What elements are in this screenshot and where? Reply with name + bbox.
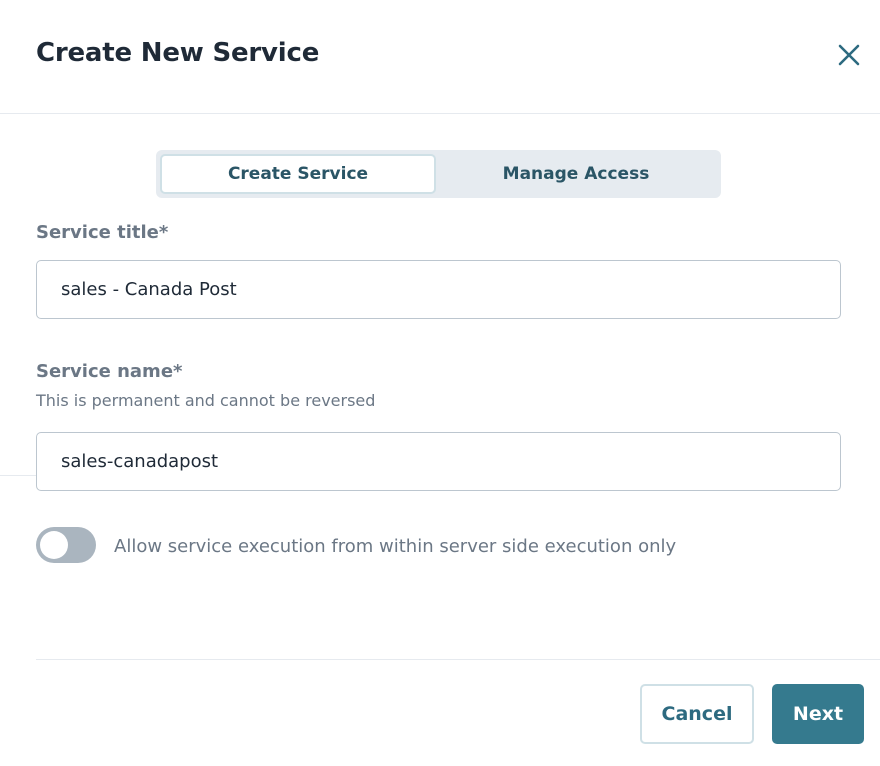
tab-create-service[interactable]: Create Service — [160, 154, 436, 194]
service-name-label: Service name* — [36, 361, 183, 382]
next-button[interactable]: Next — [772, 684, 864, 744]
service-name-input[interactable] — [36, 432, 841, 491]
tab-switcher: Create Service Manage Access — [156, 150, 721, 198]
close-button[interactable] — [836, 42, 862, 68]
service-name-hint: This is permanent and cannot be reversed — [36, 391, 376, 410]
close-icon — [838, 44, 860, 66]
footer-divider — [36, 659, 880, 660]
service-title-label: Service title* — [36, 222, 169, 243]
create-service-dialog: Create New Service Create Service Manage… — [0, 0, 880, 766]
server-side-execution-label: Allow service execution from within serv… — [114, 536, 677, 557]
divider — [0, 475, 36, 476]
tab-manage-access[interactable]: Manage Access — [438, 154, 714, 194]
toggle-knob — [40, 531, 68, 559]
dialog-title: Create New Service — [36, 38, 320, 68]
server-side-execution-toggle[interactable] — [36, 527, 96, 563]
service-title-input[interactable] — [36, 260, 841, 319]
cancel-button[interactable]: Cancel — [640, 684, 754, 744]
dialog-header: Create New Service — [0, 0, 880, 114]
